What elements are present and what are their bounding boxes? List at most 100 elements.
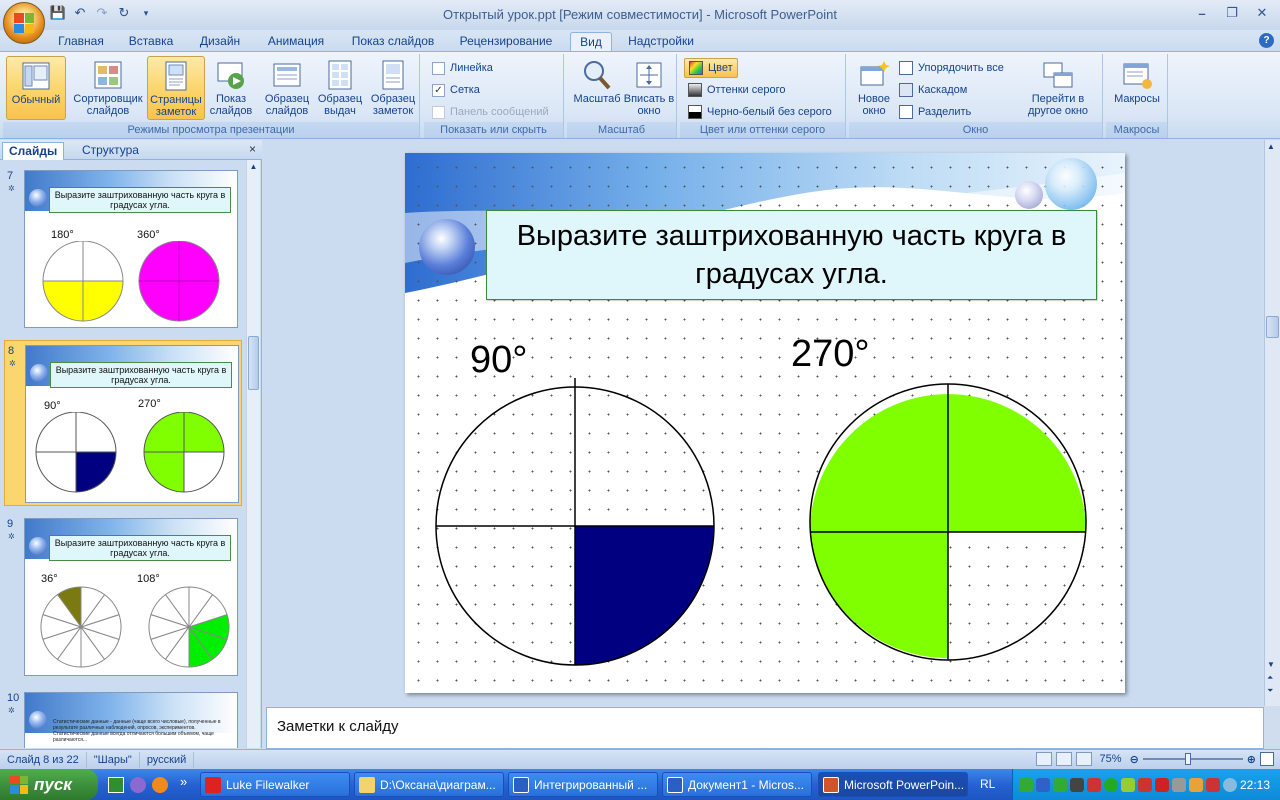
tab-review[interactable]: Рецензирование [452, 32, 560, 52]
fit-to-window-button[interactable]: Вписать в окно [623, 56, 675, 120]
black-white-button[interactable]: Черно-белый без серого [688, 102, 832, 122]
scroll-thumb[interactable] [1266, 316, 1279, 338]
split-button[interactable]: Разделить [899, 102, 971, 122]
handout-master-button[interactable]: Образец выдач [314, 56, 366, 120]
ruler-check-box[interactable] [432, 61, 445, 75]
tab-animation[interactable]: Анимация [259, 32, 333, 52]
current-slide[interactable]: Выразите заштрихованную часть круга в гр… [405, 153, 1125, 693]
slide-thumbnail-9[interactable]: 9 ✲ Выразите заштрихованную часть круга … [4, 514, 242, 680]
slide-thumbnail-10[interactable]: 10 ✲ Статистические данные - данные (чащ… [4, 688, 242, 748]
tray-icon[interactable] [1172, 777, 1186, 792]
zoom-out-icon[interactable]: ⊖ [1130, 753, 1139, 766]
close-panel-icon[interactable]: × [249, 142, 256, 156]
volume-icon[interactable] [1087, 777, 1101, 792]
zoom-level[interactable]: 75% [1096, 753, 1126, 765]
color-button[interactable]: Цвет [684, 58, 738, 78]
slides-panel-scrollbar[interactable]: ▲ [246, 160, 260, 748]
normal-view-button[interactable]: Обычный [6, 56, 66, 120]
office-button[interactable] [3, 2, 45, 44]
language[interactable]: русский [140, 751, 195, 768]
tab-addins[interactable]: Надстройки [620, 32, 702, 52]
tab-slideshow[interactable]: Показ слайдов [345, 32, 441, 52]
tray-icon[interactable] [1121, 777, 1135, 792]
scroll-up-icon[interactable]: ▲ [1267, 142, 1275, 151]
fit-slide-icon[interactable] [1260, 752, 1274, 766]
notes-pane[interactable]: Заметки к слайду [266, 707, 1264, 749]
slide-sorter-button[interactable]: Сортировщик слайдов [71, 56, 145, 120]
zoom-in-icon[interactable]: ⊕ [1247, 753, 1256, 766]
start-button[interactable]: пуск [0, 769, 98, 800]
tray-icon[interactable] [1138, 777, 1152, 792]
circle-90-degrees[interactable] [435, 378, 715, 666]
taskbar-item-word-integrated[interactable]: Интегрированный ... [508, 772, 658, 797]
minimize-icon[interactable]: – [1188, 4, 1216, 22]
taskbar-item-folder[interactable]: D:\Оксана\диаграм... [354, 772, 504, 797]
message-bar-check-box[interactable] [432, 105, 445, 119]
slide-sorter-icon[interactable] [1055, 752, 1072, 766]
help-icon[interactable]: ? [1259, 33, 1274, 48]
slide-scrollbar[interactable]: ▲ ▼ ⏶ ⏷ [1264, 140, 1280, 706]
taskbar-item-luke-filewalker[interactable]: Luke Filewalker [200, 772, 350, 797]
window-controls: – ❐ ✕ [1188, 4, 1276, 22]
network-icon[interactable] [1036, 777, 1050, 792]
tab-slides[interactable]: Слайды [2, 142, 65, 160]
switch-window-button[interactable]: Перейти в другое окно [1017, 56, 1099, 120]
tray-icon[interactable] [1019, 777, 1033, 792]
previous-slide-icon[interactable]: ⏶ [1267, 673, 1273, 683]
zoom-slider-thumb[interactable] [1184, 753, 1191, 765]
tab-home[interactable]: Главная [52, 32, 110, 52]
close-icon[interactable]: ✕ [1248, 4, 1276, 22]
theme-name[interactable]: "Шары" [87, 751, 140, 768]
slide-thumbnail-8[interactable]: 8 ✲ Выразите заштрихованную часть круга … [4, 340, 242, 506]
macros-button[interactable]: Макросы [1110, 56, 1164, 120]
thumb-label-b: 270° [138, 398, 161, 410]
slide-thumbnail-7[interactable]: 7 ✲ Выразите заштрихованную часть круга … [4, 166, 242, 332]
tray-icon[interactable] [1053, 777, 1067, 792]
grid-label: Сетка [450, 84, 480, 96]
grayscale-button[interactable]: Оттенки серого [688, 80, 785, 100]
scroll-up-icon[interactable]: ▲ [248, 162, 259, 174]
arrange-all-button[interactable]: Упорядочить все [899, 58, 1004, 78]
grid-check-box[interactable]: ✓ [432, 83, 445, 97]
scroll-thumb[interactable] [248, 336, 259, 390]
notes-placeholder[interactable]: Заметки к слайду [277, 718, 399, 735]
slideshow-icon[interactable] [1075, 752, 1092, 766]
taskbar-item-powerpoint[interactable]: Microsoft PowerPoin... [818, 772, 968, 797]
taskbar-item-document1[interactable]: Документ1 - Micros... [662, 772, 812, 797]
quick-launch-more-icon[interactable]: » [180, 774, 187, 789]
tray-icon[interactable] [1155, 777, 1169, 792]
zoom-slider[interactable] [1142, 753, 1243, 765]
language-indicator[interactable]: RL [980, 777, 995, 791]
normal-view-icon[interactable] [1035, 752, 1052, 766]
tab-insert[interactable]: Вставка [121, 32, 181, 52]
slides-panel: Слайды Структура × 7 ✲ Выразите заштрихо… [0, 140, 262, 748]
slide-master-button[interactable]: Образец слайдов [261, 56, 313, 120]
clock[interactable]: 22:13 [1240, 778, 1280, 792]
maximize-icon[interactable]: ❐ [1218, 4, 1246, 22]
quick-launch-icon[interactable] [152, 777, 168, 793]
tray-icon[interactable] [1206, 777, 1220, 792]
ruler-checkbox[interactable]: Линейка [432, 58, 493, 78]
tray-icon[interactable] [1189, 777, 1203, 792]
tab-view[interactable]: Вид [570, 32, 612, 52]
tab-outline[interactable]: Структура [76, 142, 145, 160]
grid-checkbox[interactable]: ✓ Сетка [432, 80, 480, 100]
tab-design[interactable]: Дизайн [191, 32, 249, 52]
quick-launch-icon[interactable] [108, 777, 124, 793]
zoom-label: Масштаб [573, 93, 621, 105]
next-slide-icon[interactable]: ⏷ [1267, 686, 1273, 696]
cascade-button[interactable]: Каскадом [899, 80, 967, 100]
slideshow-button[interactable]: Показ слайдов [207, 56, 255, 120]
notes-master-button[interactable]: Образец заметок [367, 56, 419, 120]
message-bar-checkbox[interactable]: Панель сообщений [432, 102, 549, 122]
slide-preview: Выразите заштрихованную часть круга в гр… [24, 170, 238, 328]
new-window-button[interactable]: Новое окно [851, 56, 897, 120]
quick-launch-icon[interactable] [130, 777, 146, 793]
circle-270-degrees[interactable] [809, 383, 1087, 661]
tray-icon[interactable] [1104, 777, 1118, 792]
zoom-button[interactable]: Масштаб [571, 56, 623, 120]
tray-icon[interactable] [1070, 777, 1084, 792]
scroll-down-icon[interactable]: ▼ [1267, 660, 1275, 669]
tray-icon[interactable] [1223, 777, 1237, 792]
notes-page-button[interactable]: Страницы заметок [147, 56, 205, 120]
